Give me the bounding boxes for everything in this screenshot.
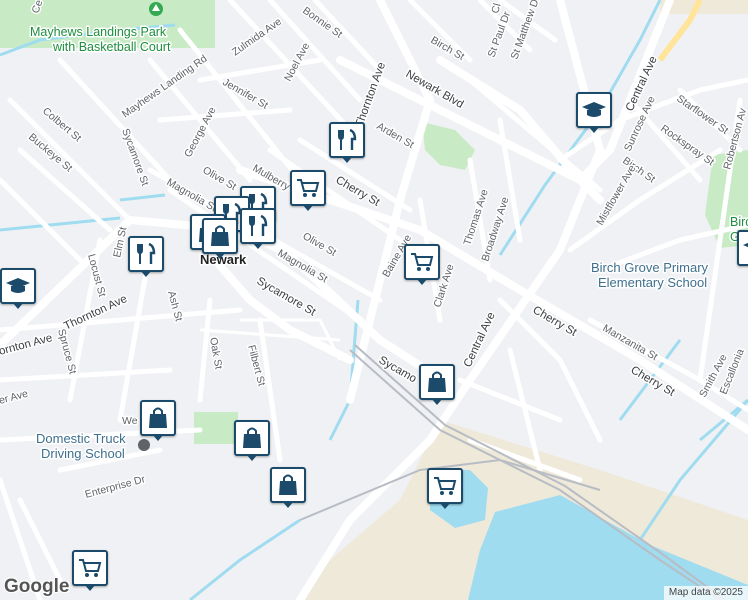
poi-label: Elementary School [598,275,707,290]
grocery-cart-icon[interactable] [290,170,326,211]
poi-label: Birch Grove Primary [591,260,709,275]
map-attribution[interactable]: Map data ©2025 [663,586,748,600]
school-icon[interactable] [737,230,748,266]
restaurant-icon[interactable] [329,122,365,163]
shopping-bag-icon[interactable] [234,420,270,461]
map-base-layer: Mayhews Landings Park with Basketball Co… [0,0,748,600]
shopping-bag-icon[interactable] [202,218,238,259]
school-icon[interactable] [0,268,36,309]
school-icon[interactable] [576,92,612,133]
park-label: with Basketball Court [52,40,171,54]
poi-label: Driving School [41,446,125,461]
shopping-bag-icon[interactable] [419,364,455,405]
park-label: Mayhews Landings Park [30,25,167,39]
shopping-bag-icon[interactable] [140,400,176,441]
grocery-cart-icon[interactable] [427,468,463,509]
restaurant-icon[interactable] [128,236,164,277]
school-dot-icon [138,439,150,451]
restaurant-icon[interactable] [240,208,276,249]
park-label: Birch [730,215,748,229]
shopping-bag-icon[interactable] [270,467,306,508]
grocery-cart-icon[interactable] [72,550,108,591]
map-canvas[interactable]: Mayhews Landings Park with Basketball Co… [0,0,748,600]
poi-label: Domestic Truck [36,431,126,446]
street-label: We [122,415,138,427]
grocery-cart-icon[interactable] [404,244,440,285]
google-logo: Google [4,576,70,597]
